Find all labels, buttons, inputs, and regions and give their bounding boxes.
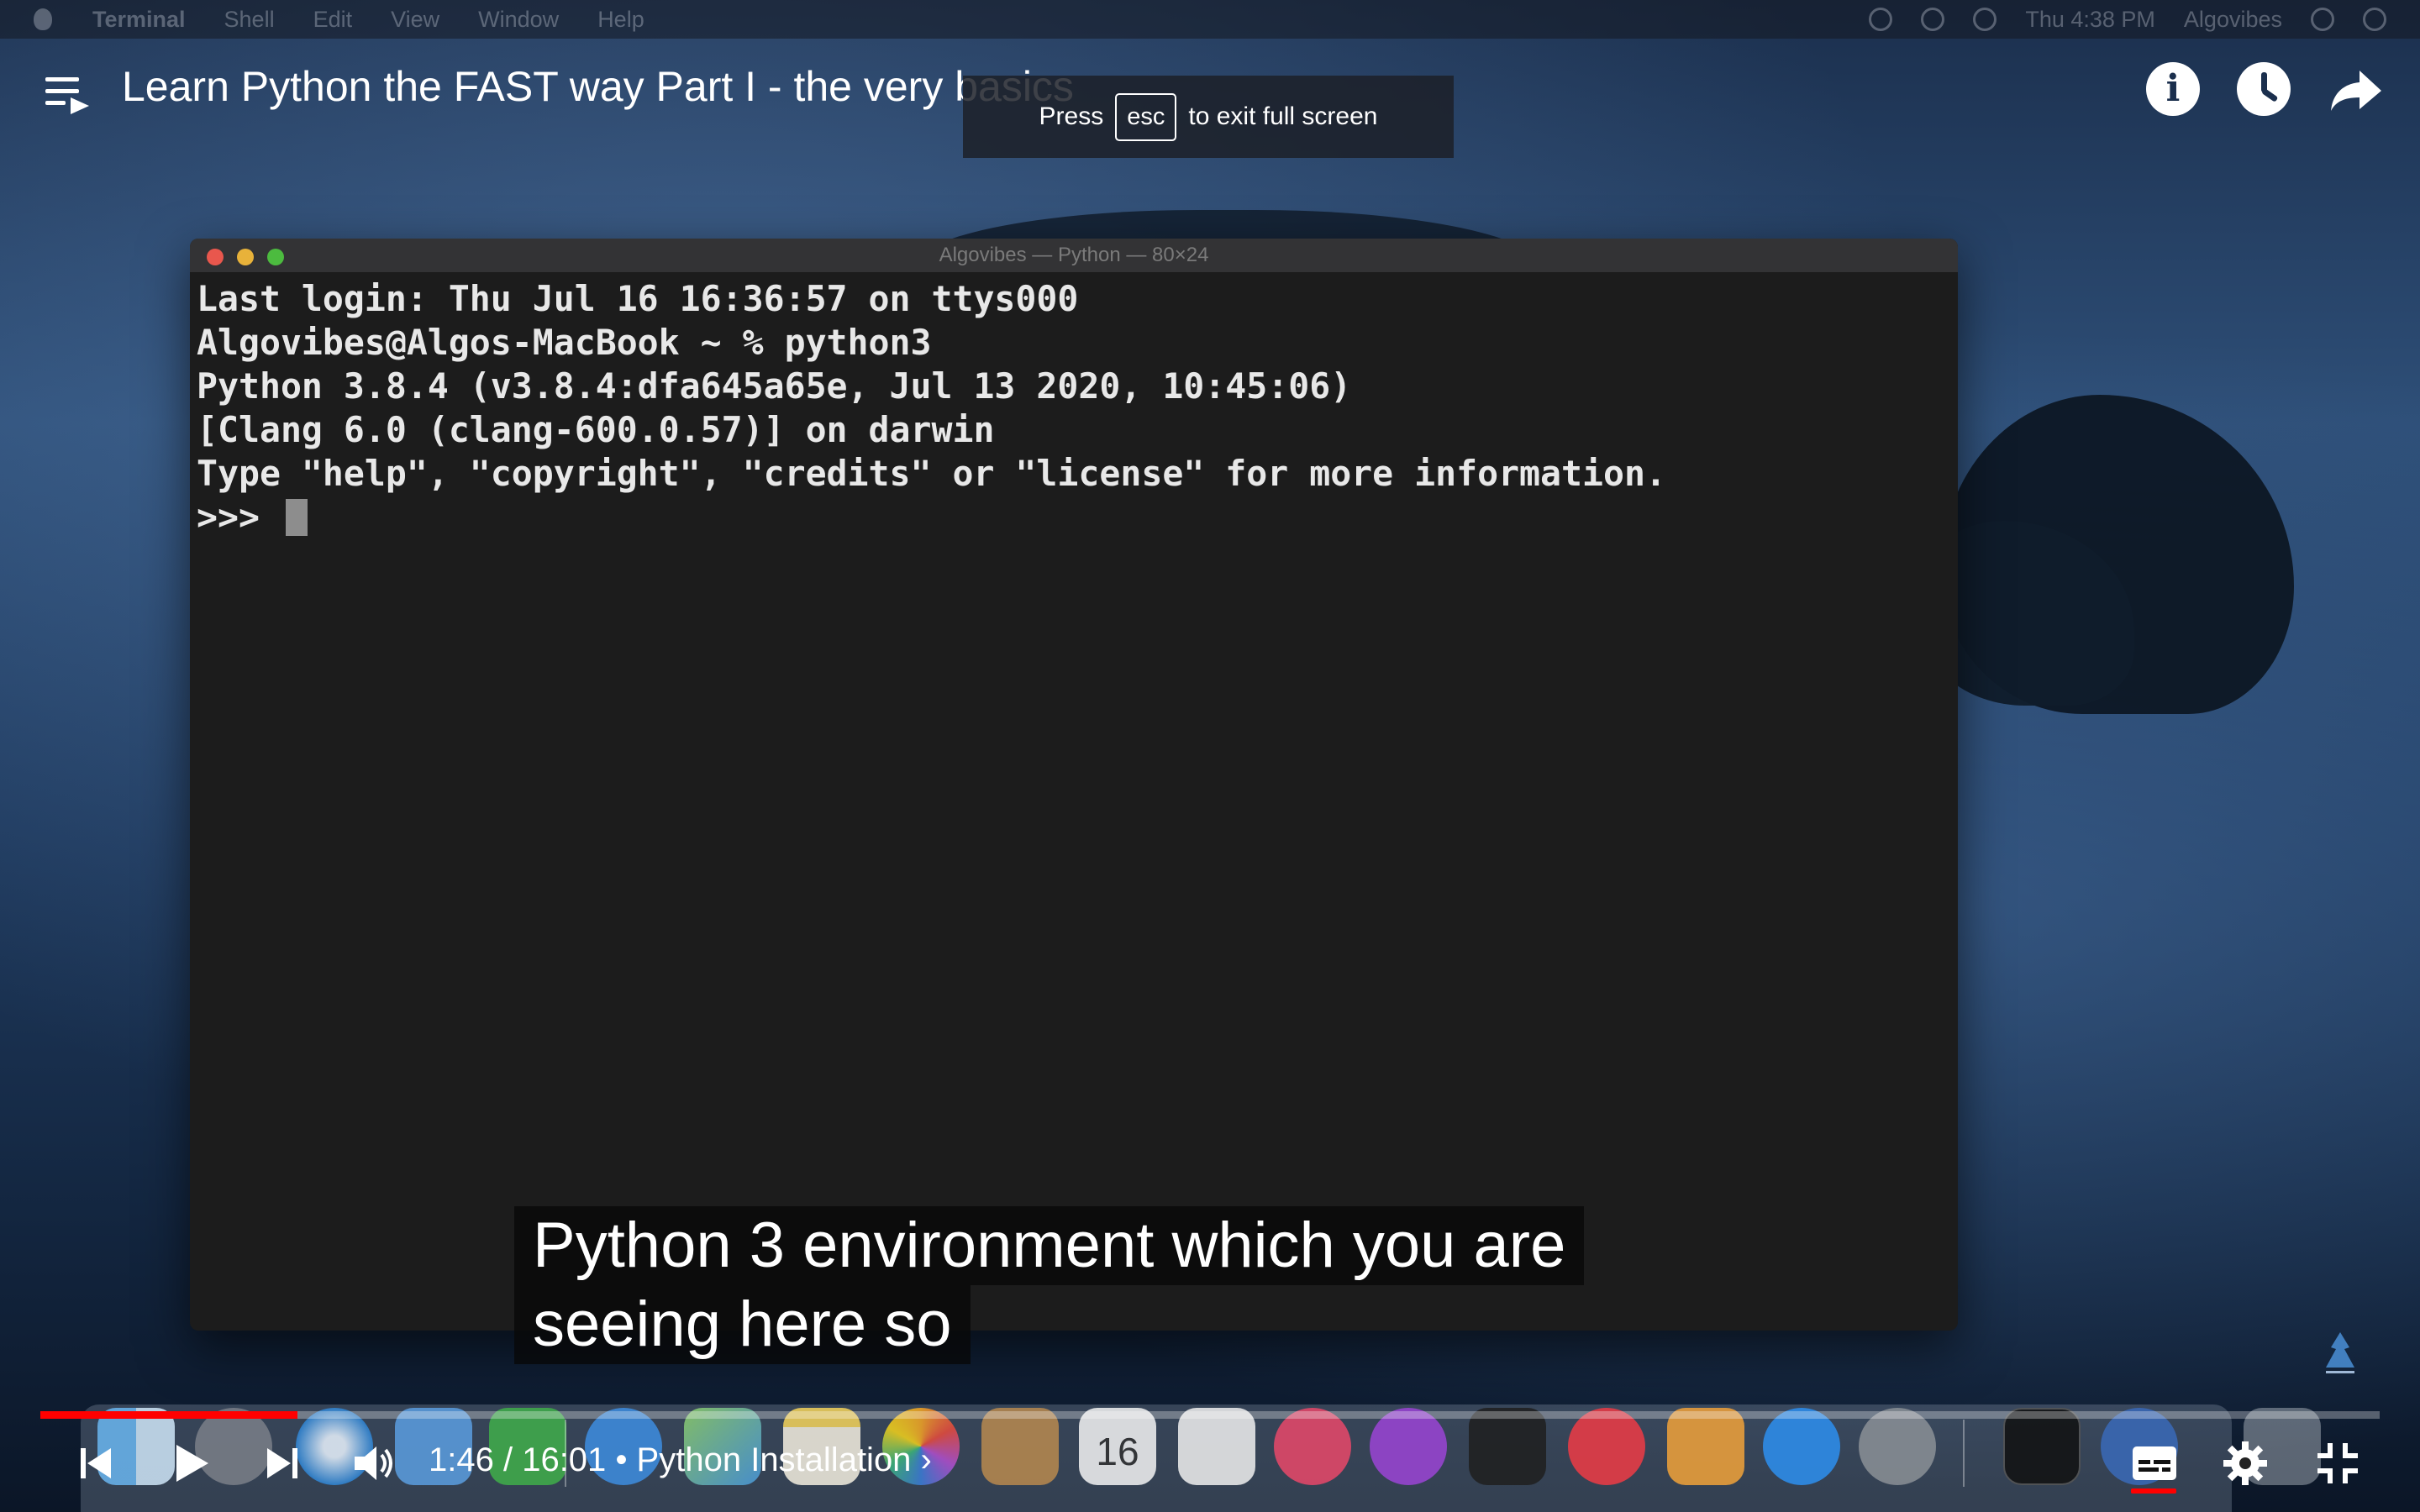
caption-line-1: Python 3 environment which you are	[514, 1206, 1585, 1285]
terminal-window: Algovibes — Python — 80×24 Last login: T…	[190, 239, 1958, 1331]
terminal-line: Last login: Thu Jul 16 16:36:57 on ttys0…	[197, 278, 1079, 319]
playlist-icon[interactable]	[45, 74, 89, 118]
esc-key-badge: esc	[1115, 92, 1177, 141]
status-record-icon	[1869, 8, 1893, 31]
menubar-user: Algovibes	[2183, 6, 2282, 32]
time-current: 1:46	[429, 1441, 494, 1478]
seek-bar[interactable]	[40, 1411, 2380, 1419]
share-icon[interactable]	[2329, 62, 2383, 116]
settings-gear-icon[interactable]	[2220, 1438, 2270, 1488]
terminal-prompt-line: >>>	[197, 496, 1951, 539]
seek-bar-played	[40, 1411, 298, 1419]
chapter-title-button[interactable]: • Python Installation ›	[615, 1441, 931, 1478]
menubar-item-edit: Edit	[313, 6, 353, 32]
battery-icon	[1973, 8, 1997, 31]
terminal-line: Type "help", "copyright", "credits" or "…	[197, 453, 1666, 494]
player-controls: 1:46 / 16:01 • Python Installation ›	[0, 1420, 2420, 1512]
volume-icon[interactable]	[348, 1438, 398, 1488]
terminal-titlebar: Algovibes — Python — 80×24	[190, 239, 1958, 272]
menubar-item-terminal: Terminal	[92, 6, 186, 32]
subtitles-active-indicator	[2131, 1488, 2176, 1494]
play-icon[interactable]	[165, 1438, 215, 1488]
next-video-icon[interactable]	[257, 1438, 308, 1488]
info-icon[interactable]	[2146, 62, 2200, 116]
exit-fullscreen-icon[interactable]	[2312, 1438, 2363, 1488]
menubar-item-help: Help	[597, 6, 644, 32]
text-cursor	[285, 499, 308, 536]
caption-line-2: seeing here so	[514, 1285, 971, 1364]
channel-watermark-icon[interactable]	[2321, 1331, 2360, 1378]
menubar-item-shell: Shell	[224, 6, 275, 32]
menubar-clock: Thu 4:38 PM	[2025, 6, 2155, 32]
apple-icon	[34, 8, 52, 30]
hint-press-text: Press	[1039, 102, 1104, 130]
menubar-item-window: Window	[478, 6, 560, 32]
terminal-line: [Clang 6.0 (clang-600.0.57)] on darwin	[197, 409, 995, 450]
subtitles-icon[interactable]	[2129, 1438, 2180, 1488]
terminal-output: Last login: Thu Jul 16 16:36:57 on ttys0…	[190, 272, 1958, 544]
video-title[interactable]: Learn Python the FAST way Part I - the v…	[122, 62, 1074, 111]
menubar-item-view: View	[391, 6, 440, 32]
fullscreen-exit-hint: Press esc to exit full screen	[963, 76, 1454, 158]
previous-video-icon[interactable]	[71, 1438, 121, 1488]
terminal-title: Algovibes — Python — 80×24	[939, 244, 1209, 266]
control-center-icon	[2363, 8, 2386, 31]
terminal-line: Python 3.8.4 (v3.8.4:dfa645a65e, Jul 13 …	[197, 365, 1352, 407]
time-display: 1:46 / 16:01 • Python Installation ›	[429, 1441, 932, 1479]
python-prompt: >>>	[197, 496, 281, 538]
watch-later-icon[interactable]	[2237, 62, 2291, 116]
terminal-line: Algovibes@Algos-MacBook ~ % python3	[197, 322, 932, 363]
hint-exit-text: to exit full screen	[1188, 102, 1378, 130]
wifi-icon	[1921, 8, 1945, 31]
time-total: 16:01	[522, 1441, 607, 1478]
spotlight-icon	[2311, 8, 2334, 31]
time-separator: /	[493, 1441, 523, 1478]
